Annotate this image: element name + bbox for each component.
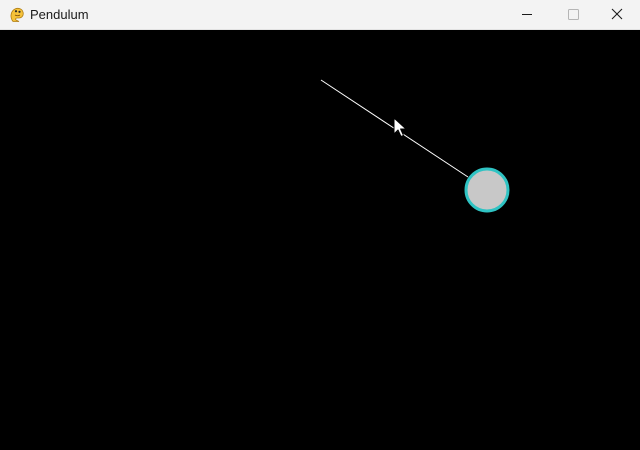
maximize-icon <box>568 9 579 20</box>
close-button[interactable] <box>594 0 640 30</box>
window-title: Pendulum <box>30 7 89 22</box>
minimize-icon <box>522 14 532 15</box>
pendulum-canvas[interactable] <box>0 30 640 450</box>
pendulum-window: Pendulum <box>0 0 640 450</box>
maximize-button[interactable] <box>550 0 596 30</box>
close-icon <box>611 8 623 20</box>
pygame-snake-icon <box>9 6 26 23</box>
title-bar[interactable]: Pendulum <box>0 0 640 30</box>
mouse-pointer-icon <box>393 117 407 137</box>
pendulum-bob[interactable] <box>464 167 510 213</box>
minimize-button[interactable] <box>504 0 550 30</box>
